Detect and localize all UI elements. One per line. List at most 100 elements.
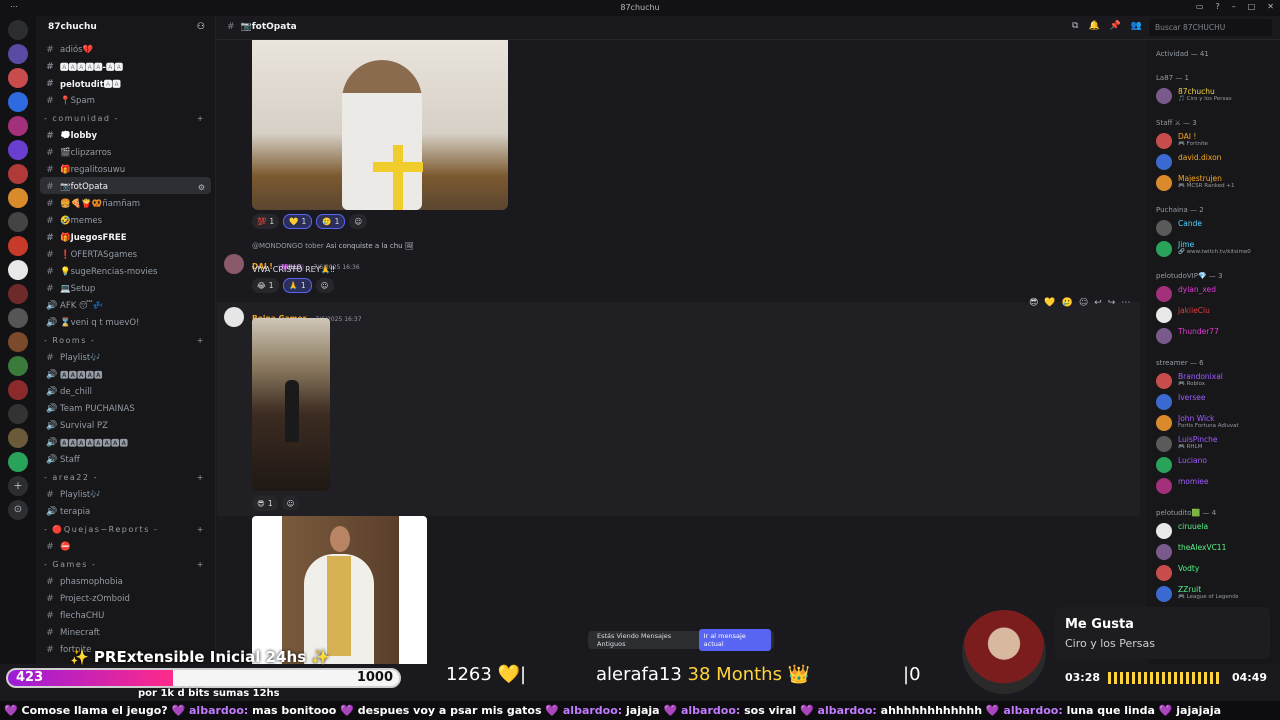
server-icon[interactable] xyxy=(8,44,28,64)
channel-category[interactable]: - Rooms - + xyxy=(36,330,215,348)
server-icon[interactable] xyxy=(8,140,28,160)
member-item[interactable]: ZZruit 🎮 League of Legends xyxy=(1147,583,1280,604)
bell-icon[interactable]: 🔔 xyxy=(1088,21,1099,31)
member-item[interactable]: Iversee xyxy=(1147,391,1280,412)
guild-header[interactable]: 87chuchu ⚇ xyxy=(36,16,215,40)
more-icon[interactable]: ⋯ xyxy=(1121,298,1130,308)
server-icon[interactable] xyxy=(8,308,28,328)
channel-category[interactable]: - 🔴Quejas~Reports - + xyxy=(36,519,215,537)
minimize-icon[interactable]: – xyxy=(1232,2,1236,11)
react-emoji-icon[interactable]: 😎 xyxy=(1029,298,1038,308)
channel-item[interactable]: # adiós💔 xyxy=(36,40,215,57)
reaction-button[interactable]: 💛 1 xyxy=(283,214,313,229)
attachment-image[interactable] xyxy=(252,318,330,491)
channel-item[interactable]: # ⛔ xyxy=(36,537,215,554)
channel-item[interactable]: # 🎬clipzarros xyxy=(36,143,215,160)
channel-item[interactable]: # 🅰🅰🅰🅰🅰-🅰🅰 xyxy=(36,57,215,74)
channel-item[interactable]: 🔊 AFK 😴💤 xyxy=(36,296,215,313)
channel-item[interactable]: # phasmophobia xyxy=(36,572,215,589)
member-item[interactable]: LuisPinche 🎮 RHLM xyxy=(1147,433,1280,454)
reaction-button[interactable]: 🙏 1 xyxy=(282,278,312,293)
reply-reference[interactable]: @MONDONGO tober Asi conquiste a la chu 🖼 xyxy=(252,242,414,250)
channel-item[interactable]: # 📷fotOpata ⚙ xyxy=(40,177,211,194)
search-input[interactable]: Buscar 87CHUCHU xyxy=(1149,19,1272,36)
member-item[interactable]: Brandonixal 🎮 Roblox xyxy=(1147,370,1280,391)
channel-item[interactable]: 🔊 terapia xyxy=(36,502,215,519)
channel-item[interactable]: # 🤣memes xyxy=(36,211,215,228)
add-reaction-icon[interactable]: ☺ xyxy=(349,214,368,229)
add-reaction-icon[interactable]: ☺ xyxy=(281,496,300,511)
react-emoji-icon[interactable]: 🥲 xyxy=(1062,298,1073,308)
server-icon[interactable] xyxy=(8,236,28,256)
threads-icon[interactable]: ⧉ xyxy=(1072,21,1078,31)
avatar[interactable] xyxy=(224,254,244,274)
add-channel-icon[interactable]: + xyxy=(197,114,205,126)
reaction-button[interactable]: 😂 1 xyxy=(252,278,279,293)
add-reaction-icon[interactable]: ☺ xyxy=(315,278,334,293)
member-item[interactable]: Majestrujen 🎮 MCSR Ranked +1 xyxy=(1147,172,1280,193)
channel-item[interactable]: # pelotudit🅰🅰 xyxy=(36,74,215,91)
server-icon[interactable] xyxy=(8,356,28,376)
server-icon[interactable] xyxy=(8,428,28,448)
add-member-icon[interactable]: ⚇ xyxy=(197,22,205,40)
channel-item[interactable]: # Project-zOmboid xyxy=(36,589,215,606)
server-icon[interactable] xyxy=(8,380,28,400)
channel-item[interactable]: # 💭lobby xyxy=(36,126,215,143)
channel-item[interactable]: # Minecraft xyxy=(36,623,215,640)
close-icon[interactable]: ✕ xyxy=(1267,2,1274,11)
channel-item[interactable]: # 🍔🍕🍟🥨ñamñam xyxy=(36,194,215,211)
attachment-image[interactable] xyxy=(252,516,427,664)
server-icon[interactable] xyxy=(8,332,28,352)
channel-item[interactable]: 🔊 ⌛veni q t muevO! xyxy=(36,313,215,330)
member-item[interactable]: Cande xyxy=(1147,217,1280,238)
channel-item[interactable]: # 🎁JuegosFREE xyxy=(36,228,215,245)
channel-category[interactable]: - Games - + xyxy=(36,554,215,572)
jump-to-present-button[interactable]: Ir al mensaje actual xyxy=(698,629,771,651)
add-channel-icon[interactable]: + xyxy=(197,525,205,537)
add-channel-icon[interactable]: + xyxy=(197,560,205,572)
channel-category[interactable]: - comunidad - + xyxy=(36,108,215,126)
avatar[interactable] xyxy=(224,307,244,327)
server-icon[interactable] xyxy=(8,452,28,472)
member-item[interactable]: Luciano xyxy=(1147,454,1280,475)
channel-item[interactable]: # 🎁regalitosuwu xyxy=(36,160,215,177)
member-item[interactable]: dylan_xed xyxy=(1147,283,1280,304)
server-icon[interactable] xyxy=(8,164,28,184)
channel-settings-icon[interactable]: ⚙ xyxy=(198,183,205,192)
inbox-icon[interactable]: ▭ xyxy=(1196,2,1204,11)
reaction-button[interactable]: 🥲 1 xyxy=(316,214,346,229)
member-item[interactable]: Vodty xyxy=(1147,562,1280,583)
channel-category[interactable]: - area22 - + xyxy=(36,467,215,485)
channel-item[interactable]: 🔊 de_chill xyxy=(36,382,215,399)
channel-item[interactable]: # flechaCHU xyxy=(36,606,215,623)
server-icon[interactable] xyxy=(8,260,28,280)
reaction-button[interactable]: 😎 1 xyxy=(252,496,278,511)
member-item[interactable]: jakiieCiu xyxy=(1147,304,1280,325)
channel-item[interactable]: 🔊 Survival PZ xyxy=(36,416,215,433)
server-icon[interactable] xyxy=(8,404,28,424)
member-item[interactable]: Thunder77 xyxy=(1147,325,1280,346)
reply-icon[interactable]: ↩ xyxy=(1094,298,1102,308)
reaction-button[interactable]: 💯 1 xyxy=(252,214,280,229)
members-icon[interactable]: 👥 xyxy=(1131,21,1142,31)
maximize-icon[interactable]: □ xyxy=(1248,2,1256,11)
channel-item[interactable]: 🔊 Team PUCHAINAS xyxy=(36,399,215,416)
member-item[interactable]: david.dixon xyxy=(1147,151,1280,172)
help-icon[interactable]: ? xyxy=(1215,2,1219,11)
server-icon[interactable] xyxy=(8,68,28,88)
member-item[interactable]: John Wick Fortis Fortuna Adiuvat xyxy=(1147,412,1280,433)
channel-item[interactable]: # 📍Spam xyxy=(36,91,215,108)
server-icon[interactable] xyxy=(8,212,28,232)
member-item[interactable]: ciruuela xyxy=(1147,520,1280,541)
server-icon[interactable] xyxy=(8,92,28,112)
home-icon[interactable] xyxy=(8,20,28,40)
server-icon[interactable] xyxy=(8,188,28,208)
pin-icon[interactable]: 📌 xyxy=(1110,21,1121,31)
member-item[interactable]: DAI ! 🎮 Fortnite xyxy=(1147,130,1280,151)
attachment-image[interactable] xyxy=(252,40,508,210)
channel-item[interactable]: # Playlist🎶 xyxy=(36,348,215,365)
channel-item[interactable]: # ❗OFERTASgames xyxy=(36,245,215,262)
channel-item[interactable]: 🔊 🅰🅰🅰🅰🅰 xyxy=(36,365,215,382)
member-item[interactable]: momiee xyxy=(1147,475,1280,496)
server-icon[interactable] xyxy=(8,116,28,136)
